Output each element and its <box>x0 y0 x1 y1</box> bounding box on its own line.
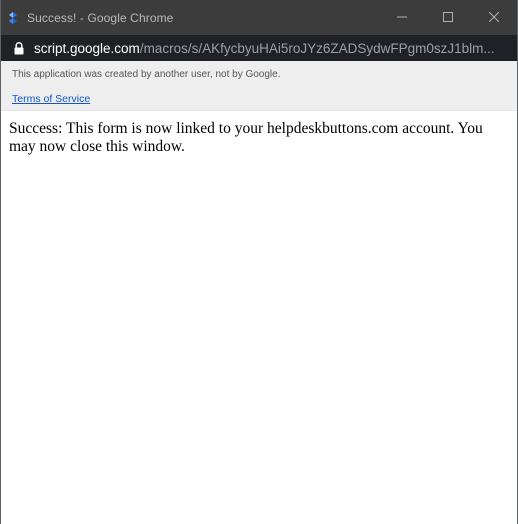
close-button[interactable] <box>471 0 517 35</box>
apps-script-icon <box>7 11 19 25</box>
url-path: /macros/s/AKfycbyuHAi5roJYz6ZADSydwFPgm0… <box>139 40 495 56</box>
maximize-icon <box>443 9 453 27</box>
page-content: Success: This form is now linked to your… <box>1 111 517 156</box>
maximize-button[interactable] <box>425 0 471 35</box>
warning-message: This application was created by another … <box>12 69 281 80</box>
lock-icon[interactable] <box>14 41 24 55</box>
address-bar[interactable]: script.google.com/macros/s/AKfycbyuHAi5r… <box>1 35 517 61</box>
success-message: Success: This form is now linked to your… <box>9 120 483 155</box>
title-bar[interactable]: Success! - Google Chrome <box>1 0 517 35</box>
minimize-icon <box>397 9 407 27</box>
window-controls <box>379 0 517 35</box>
url-text[interactable]: script.google.com/macros/s/AKfycbyuHAi5r… <box>34 41 517 56</box>
browser-window: Success! - Google Chrome script.google.c… <box>0 0 518 524</box>
terms-of-service-link[interactable]: Terms of Service <box>12 93 90 105</box>
close-icon <box>488 9 500 27</box>
apps-script-warning-banner: This application was created by another … <box>1 61 517 111</box>
minimize-button[interactable] <box>379 0 425 35</box>
url-host: script.google.com <box>34 40 140 56</box>
window-title: Success! - Google Chrome <box>27 10 174 25</box>
